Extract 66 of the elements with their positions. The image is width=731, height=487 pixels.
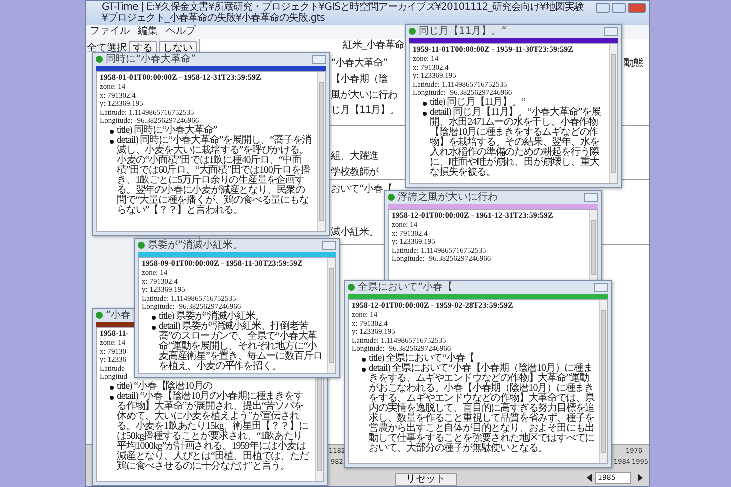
status-dot-icon <box>96 56 103 63</box>
scrollbar[interactable] <box>609 44 617 183</box>
bullet-icon <box>110 130 114 134</box>
entry-text: 風が大いに行わ <box>331 90 398 101</box>
select-all-label: 全て選択 <box>87 42 127 54</box>
window-title: GT-Time | E:¥久保金文書¥所蔵研究・プロジェクト¥GISと時空間アーカイブズ¥20101112_研究会向け¥地図実験¥プロジェクト_小春革命の失敗¥小春革命の失敗.gts <box>86 1 649 25</box>
period-text: 1958-12-01T00:00:00Z - 1959-02-28T23:59:59Z <box>352 301 514 311</box>
period-text: 1959-11-01T00:00:00Z - 1959-11-30T23:59:59Z <box>413 45 574 55</box>
entry-text: 紅米_小春革命 <box>343 40 404 51</box>
entry-text: 組、大躍進 <box>331 151 378 162</box>
popup-title: 浮誇之風が大いに行わ <box>398 192 498 204</box>
maximize-button[interactable] <box>584 193 598 202</box>
item-text: title) 同じ月【11月】。“ <box>430 98 526 108</box>
bullet-icon <box>152 326 156 330</box>
popup-title: 同時に“小春大革命” <box>106 54 196 66</box>
entry-text: 学校教師が <box>331 167 378 178</box>
minimize-button[interactable] <box>596 3 610 13</box>
maximize-button[interactable] <box>604 27 618 36</box>
popup-title: 同じ月【11月】。“ <box>419 26 507 38</box>
item-text: title) 県委が“消滅小紅米。 <box>159 312 265 322</box>
status-dot-icon <box>96 312 103 319</box>
item-text: detail) 同じ月【11月】。“小春大革命”を展開、水田2471ムーの水を干し、小春作物【陰暦10月に種まきをするムギなどの作物】を栽培する。その結果、翌年、水を入れ水稲作の準備のための耕起を行う際に、畦面や畦が崩れ、田が崩壊し、重大な損失を被る。 <box>430 108 602 178</box>
reset-button[interactable]: リセット <box>395 473 457 486</box>
item-text: detail) 全県において“小春【小春期（陰暦10月）に種まきをする、ムギやエンドウなどの作物】大革命”運動がおこなわれる。小春【小春期（陰暦10月）に種まきをする、ムギやエンドウなどの作物】大革命では、県内の実情を逸脱して、盲目的に高すぎる努力目標を追求し、数量を作ること重視して品質を省みず、種子を営農から出すこと自体が目的となり、およそ田にも出動して仕事をすることを強要された地区ではすべてにおいて、大部分の種子が無駄使いとなる。 <box>369 364 596 454</box>
menu-item[interactable]: ファイル <box>90 26 130 38</box>
bullet-icon <box>152 316 156 320</box>
item-text: detail) 同時に“小春大革命”を展開し、“蕎子を消滅し、小麦を大いに栽培する”を呼びかける。小麦の“小面積”田では1畝に種40斤ロ、“中面積”田では60斤ロ、“大面積”田では100斤ロを播き、1畝ごとに5万斤ロ余りの生産量を企画する。翌年の小春に小麦が減産となり、民衆の間で“大量に種を播くが、鶏の食べる量にもならない”【？？】と言われる。 <box>117 136 313 216</box>
item-text: title) 全県において“小春【 <box>369 354 475 364</box>
item-text: title) 同時に“小春大革命” <box>117 126 218 136</box>
menu-item[interactable]: 編集 <box>138 26 158 38</box>
scrollbar[interactable] <box>599 300 607 463</box>
entry-text: 動態 <box>624 58 643 69</box>
maximize-button[interactable] <box>594 283 608 292</box>
scrollbar[interactable] <box>327 258 335 373</box>
maximize-button[interactable] <box>612 3 626 13</box>
bullet-icon <box>110 386 114 390</box>
period-text: 1958-12-01T00:00:00Z - 1961-12-31T23:59:59Z <box>392 211 554 221</box>
popup-title: “小春 <box>106 310 132 322</box>
entry-text: 【小春期（陰 <box>331 74 388 85</box>
bullet-icon <box>362 368 366 372</box>
period-text: 1958-09-01T00:00:00Z - 1958-11-30T23:59:59Z <box>142 259 303 269</box>
bullet-icon <box>362 358 366 362</box>
popup-title: 県委が“消滅小紅米。 <box>148 240 244 252</box>
maximize-button[interactable] <box>322 241 336 250</box>
status-dot-icon <box>348 284 355 291</box>
maximize-button[interactable] <box>312 55 326 64</box>
popup-title: 全県において“小春【 <box>358 282 454 294</box>
entry-text: 滅小紅米。 <box>331 227 378 238</box>
period-text: 1958-11- <box>100 329 129 339</box>
bullet-icon <box>110 140 114 144</box>
close-button[interactable] <box>628 3 646 13</box>
status-dot-icon <box>138 242 145 249</box>
next-arrow-icon[interactable] <box>638 474 643 482</box>
bullet-icon <box>423 112 427 116</box>
item-text: detail) 県委が“消滅小紅米、打倒老苦蕎”のスローガンで、全県で“小春大革命”運動を展開し、それぞれ地方に“小麦高産衛星”を置き、毎ムーに数百斤ロを植え、小麦の平作を招く。 <box>159 322 324 372</box>
bullet-icon <box>423 102 427 106</box>
item-text: title) “小春【陰暦10月の <box>117 382 213 392</box>
period-text: 1958-01-01T00:00:00Z - 1958-12-31T23:59:59Z <box>100 73 262 83</box>
status-dot-icon <box>388 194 395 201</box>
entry-text: “小春大革命” <box>331 58 388 69</box>
status-dot-icon <box>409 28 416 35</box>
entry-text: じ月【11月】。 <box>331 105 400 116</box>
scrollbar[interactable] <box>317 72 325 231</box>
bullet-icon <box>110 396 114 400</box>
menu-item[interactable]: ヘルプ <box>166 26 196 38</box>
item-text: detail) “小春【陰暦10月の小春期に種まきをする作物】大革命”が展開され、提出“苦ソバを休めて、大いに小麦を植えよう”が宣伝される。小麦を1畝あたり15kg、衛星田【？？】には50kg播種することが要求され、“1畝あたり平均1000kg”が計画される。1959年には小麦は減産となり、人びとは“田植、田植では、ただ鶏に食べさせるのに十分なだけ”と言う。 <box>117 392 310 472</box>
